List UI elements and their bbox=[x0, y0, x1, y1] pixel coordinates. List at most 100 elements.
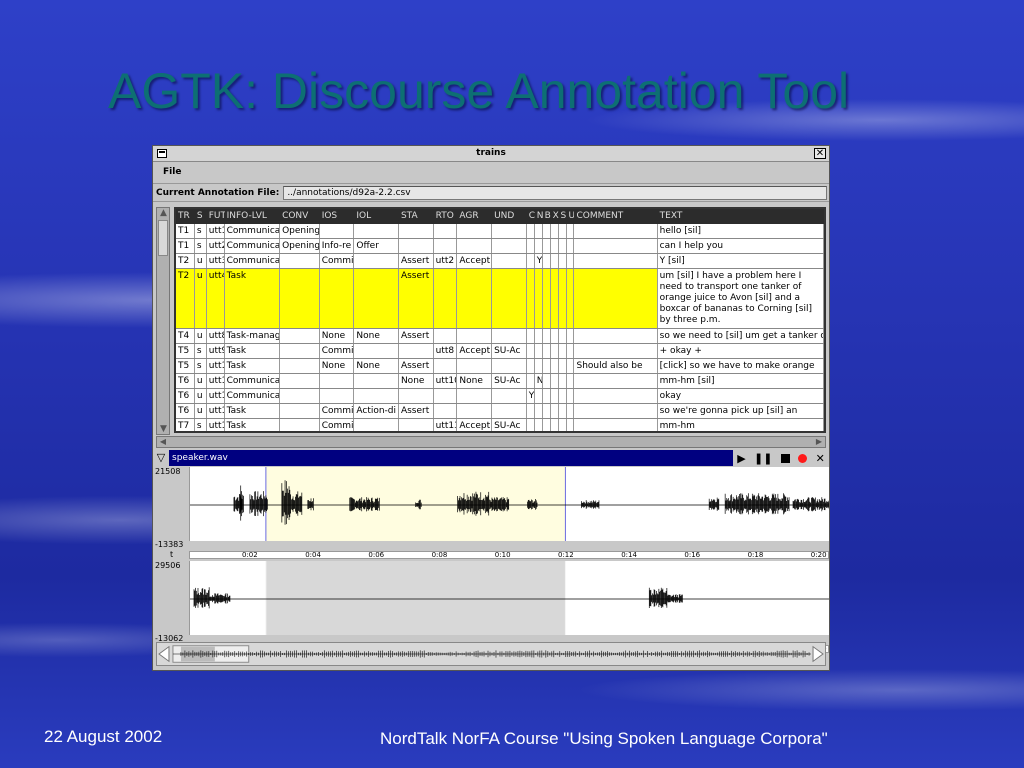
table-cell[interactable]: u bbox=[195, 389, 207, 403]
table-cell[interactable]: utt1 bbox=[207, 419, 225, 431]
table-cell[interactable]: Task bbox=[225, 404, 281, 418]
table-cell[interactable] bbox=[399, 419, 434, 431]
table-cell[interactable] bbox=[527, 224, 535, 238]
table-cell[interactable]: N bbox=[535, 374, 543, 388]
table-cell[interactable] bbox=[543, 329, 551, 343]
table-cell[interactable]: Communicat bbox=[225, 239, 281, 253]
table-cell[interactable] bbox=[551, 374, 559, 388]
table-cell[interactable] bbox=[434, 239, 458, 253]
table-cell[interactable] bbox=[559, 239, 567, 253]
table-cell[interactable]: T2 bbox=[176, 269, 195, 328]
table-cell[interactable] bbox=[492, 329, 527, 343]
table-cell[interactable] bbox=[567, 404, 575, 418]
table-cell[interactable]: None bbox=[354, 359, 399, 373]
column-header[interactable]: INFO-LVL bbox=[225, 209, 280, 224]
table-cell[interactable]: Assert bbox=[399, 329, 434, 343]
table-cell[interactable]: s bbox=[195, 224, 207, 238]
table-cell[interactable] bbox=[457, 239, 493, 253]
table-cell[interactable] bbox=[543, 359, 551, 373]
table-cell[interactable] bbox=[527, 374, 535, 388]
table-cell[interactable]: SU-Ac bbox=[492, 419, 527, 431]
table-cell[interactable]: utt10 bbox=[434, 374, 458, 388]
table-cell[interactable]: Accept bbox=[457, 344, 493, 358]
table-cell[interactable] bbox=[457, 269, 493, 328]
table-cell[interactable] bbox=[543, 374, 551, 388]
table-cell[interactable] bbox=[574, 254, 658, 268]
table-cell[interactable] bbox=[559, 374, 567, 388]
scroll-left-icon[interactable]: ◀ bbox=[157, 437, 169, 447]
table-cell[interactable] bbox=[492, 269, 527, 328]
table-cell[interactable] bbox=[574, 374, 658, 388]
table-cell[interactable]: okay bbox=[658, 389, 824, 403]
table-cell[interactable]: Communicat bbox=[225, 374, 281, 388]
table-cell[interactable]: can I help you bbox=[658, 239, 824, 253]
table-cell[interactable] bbox=[354, 419, 399, 431]
window-titlebar[interactable]: trains ✕ bbox=[153, 146, 829, 162]
table-row[interactable]: T6uutt1Communicat Yokay bbox=[176, 389, 824, 404]
table-cell[interactable] bbox=[559, 389, 567, 403]
close-icon[interactable]: ✕ bbox=[814, 148, 826, 159]
table-cell[interactable] bbox=[434, 389, 458, 403]
overview-right-arrow-icon[interactable] bbox=[812, 645, 824, 663]
column-header[interactable]: S bbox=[195, 209, 207, 224]
table-cell[interactable] bbox=[543, 404, 551, 418]
table-cell[interactable] bbox=[551, 254, 559, 268]
table-cell[interactable]: None bbox=[399, 374, 434, 388]
record-icon[interactable] bbox=[798, 453, 808, 463]
table-cell[interactable] bbox=[559, 344, 567, 358]
table-cell[interactable] bbox=[559, 359, 567, 373]
table-row[interactable]: T5sutt1TaskNoneNoneAssertShould also be[… bbox=[176, 359, 824, 374]
table-cell[interactable]: Commit bbox=[320, 404, 355, 418]
table-cell[interactable] bbox=[280, 329, 320, 343]
table-cell[interactable] bbox=[527, 404, 535, 418]
table-cell[interactable] bbox=[354, 344, 399, 358]
table-cell[interactable]: Communicat bbox=[225, 389, 281, 403]
table-cell[interactable]: so we're gonna pick up [sil] an bbox=[658, 404, 824, 418]
table-cell[interactable] bbox=[354, 224, 399, 238]
table-cell[interactable]: s bbox=[195, 359, 207, 373]
collapse-triangle-icon[interactable]: ▽ bbox=[153, 450, 169, 466]
table-cell[interactable]: T2 bbox=[176, 254, 195, 268]
table-cell[interactable] bbox=[567, 389, 575, 403]
table-cell[interactable]: Opening bbox=[280, 239, 320, 253]
table-cell[interactable] bbox=[527, 359, 535, 373]
table-cell[interactable] bbox=[527, 329, 535, 343]
table-row[interactable]: T7sutt1Task Commit utt13AcceptSU-Ac mm-hm bbox=[176, 419, 824, 431]
table-cell[interactable] bbox=[457, 224, 493, 238]
table-cell[interactable]: mm-hm [sil] bbox=[658, 374, 824, 388]
table-cell[interactable] bbox=[457, 329, 493, 343]
table-cell[interactable] bbox=[567, 344, 575, 358]
table-cell[interactable]: utt1 bbox=[207, 404, 225, 418]
table-cell[interactable]: so we need to [sil] um get a tanker of bbox=[658, 329, 824, 343]
table-cell[interactable]: + okay + bbox=[658, 344, 824, 358]
table-cell[interactable] bbox=[543, 224, 551, 238]
table-cell[interactable] bbox=[434, 359, 458, 373]
table-cell[interactable]: utt2 bbox=[207, 239, 225, 253]
table-cell[interactable]: SU-Ac bbox=[492, 344, 527, 358]
table-cell[interactable] bbox=[567, 269, 575, 328]
column-header[interactable]: STA bbox=[399, 209, 434, 224]
table-row[interactable]: T4uutt8Task-managNoneNoneAssertso we nee… bbox=[176, 329, 824, 344]
column-header[interactable]: UND bbox=[492, 209, 527, 224]
table-cell[interactable] bbox=[559, 224, 567, 238]
table-cell[interactable]: Commit bbox=[320, 344, 355, 358]
table-cell[interactable] bbox=[559, 269, 567, 328]
table-cell[interactable] bbox=[434, 224, 458, 238]
table-cell[interactable] bbox=[543, 344, 551, 358]
table-cell[interactable] bbox=[527, 419, 535, 431]
overview-scrollbar[interactable] bbox=[156, 642, 826, 666]
table-cell[interactable] bbox=[574, 389, 658, 403]
table-cell[interactable] bbox=[527, 254, 535, 268]
table-cell[interactable] bbox=[354, 374, 399, 388]
table-cell[interactable] bbox=[457, 359, 493, 373]
table-cell[interactable]: s bbox=[195, 344, 207, 358]
table-cell[interactable]: Should also be bbox=[574, 359, 658, 373]
table-cell[interactable] bbox=[399, 344, 434, 358]
table-cell[interactable] bbox=[492, 389, 527, 403]
table-cell[interactable]: utt8 bbox=[434, 344, 458, 358]
table-cell[interactable]: utt2 bbox=[434, 254, 458, 268]
table-row[interactable]: T2uutt3Communicat Commit Assertutt2Accept Y… bbox=[176, 254, 824, 269]
table-cell[interactable]: Communicat bbox=[225, 224, 281, 238]
table-cell[interactable] bbox=[535, 239, 543, 253]
table-cell[interactable]: Assert bbox=[399, 254, 434, 268]
